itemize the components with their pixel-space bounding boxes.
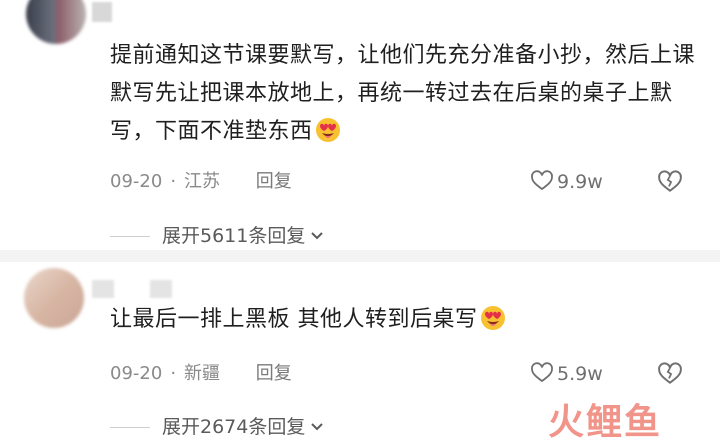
comment-text: 让最后一排上黑板 其他人转到后桌写 [110,301,700,339]
heart-outline-icon [531,170,553,191]
comment-body: 让最后一排上黑板 其他人转到后桌写 [110,307,478,332]
heart-eyes-emoji-icon [315,117,341,143]
comment-location: 江苏 [184,171,221,192]
broken-heart-icon [658,170,682,192]
reply-button[interactable]: 回复 [256,363,292,384]
heart-eyes-emoji-icon [480,305,506,331]
like-count: 5.9w [557,363,603,385]
expand-replies-label: 展开2674条回复 [162,416,306,438]
like-button[interactable]: 9.9w [530,168,603,196]
comment-date: 09-20 [110,171,163,192]
watermark-logo: 火鲤鱼 [548,400,714,444]
broken-heart-icon [658,362,682,384]
username-mosaic [92,280,114,298]
comment-meta: 09-20 · 江苏 回复 [110,171,292,192]
watermark-text: 火鲤鱼 [548,401,663,443]
divider-line [110,427,150,428]
heart-outline-icon [531,362,553,383]
like-button[interactable]: 5.9w [530,360,603,388]
dislike-button[interactable] [657,169,683,195]
comment-text: 提前通知这节课要默写，让他们先充分准备小抄，然后上课默写先让把课本放地上，再统一… [110,37,700,151]
divider-line [110,236,150,237]
comment-meta: 09-20 · 新疆 回复 [110,363,292,384]
chevron-down-icon [311,423,324,431]
chevron-down-icon [311,232,324,240]
username-mosaic [92,2,112,22]
dislike-button[interactable] [657,361,683,387]
expand-replies-label: 展开5611条回复 [162,225,306,247]
comment-location: 新疆 [184,363,221,384]
expand-replies-button[interactable]: 展开5611条回复 [110,221,325,251]
username-mosaic [150,280,172,298]
expand-replies-button[interactable]: 展开2674条回复 [110,412,325,442]
like-count: 9.9w [557,171,603,193]
comment-separator [0,250,720,262]
comment-body: 提前通知这节课要默写，让他们先充分准备小抄，然后上课默写先让把课本放地上，再统一… [110,43,696,144]
avatar[interactable] [24,268,84,328]
comment-date: 09-20 [110,363,163,384]
reply-button[interactable]: 回复 [256,171,292,192]
